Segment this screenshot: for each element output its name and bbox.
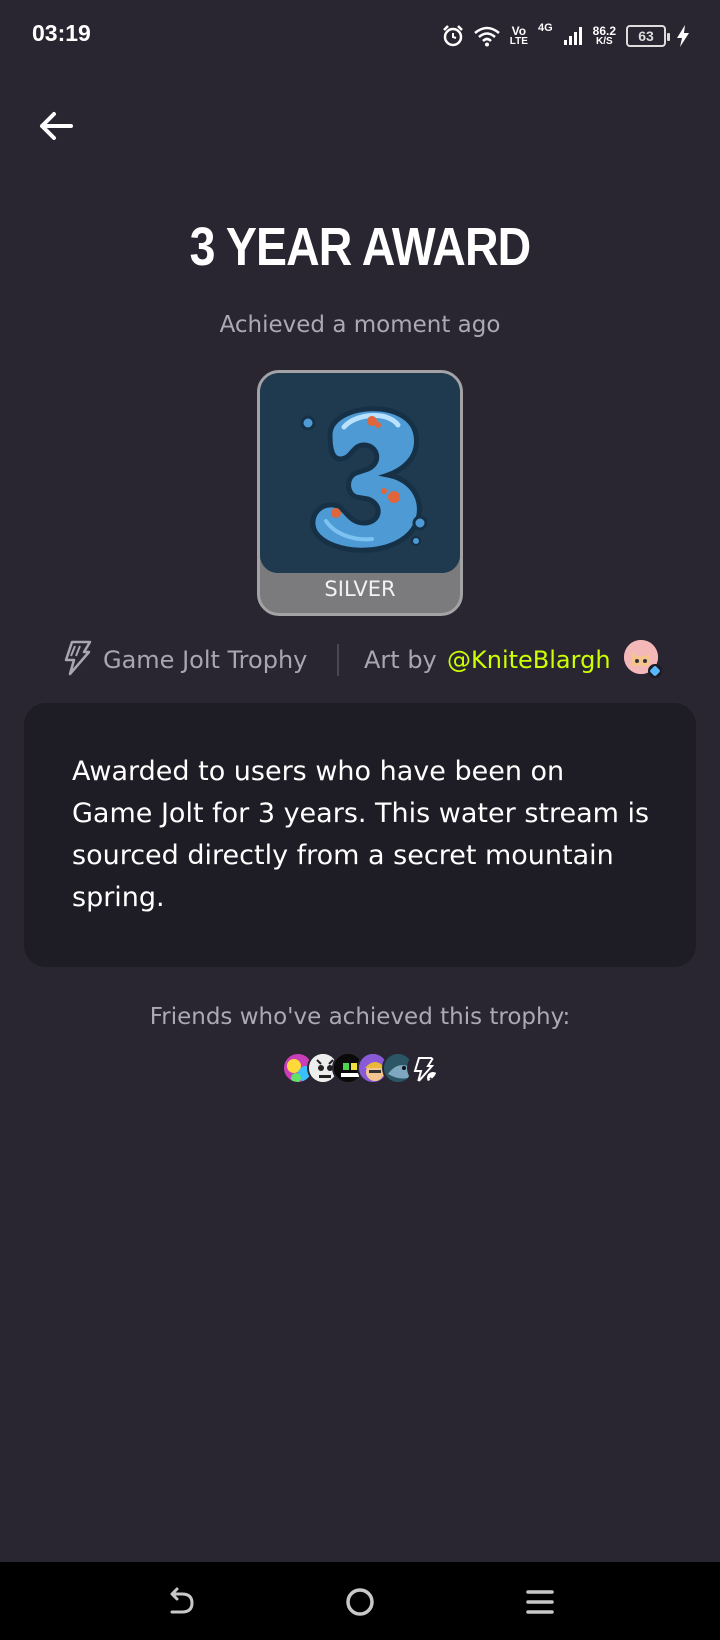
trophy-image bbox=[260, 373, 460, 573]
art-by-label: Art by bbox=[364, 646, 437, 674]
trophy-description: Awarded to users who have been on Game J… bbox=[72, 756, 650, 913]
system-nav-bar bbox=[0, 1562, 720, 1640]
speed-unit: K/S bbox=[595, 36, 613, 47]
signal-icon bbox=[563, 27, 582, 45]
arrow-left-icon bbox=[40, 112, 73, 140]
charging-icon bbox=[677, 25, 689, 47]
game-jolt-bolt-icon bbox=[64, 640, 92, 676]
trophy-tier: SILVER bbox=[324, 577, 396, 601]
network-speed: 86.2 K/S bbox=[593, 25, 616, 47]
battery-level: 63 bbox=[638, 28, 654, 44]
nav-back-icon bbox=[170, 1587, 194, 1614]
wifi-icon bbox=[473, 26, 500, 47]
water-three-image bbox=[260, 373, 460, 573]
volte-indicator: Vo LTE bbox=[510, 25, 528, 47]
trophy-meta: Game Jolt Trophy Art by @KniteBlargh bbox=[0, 640, 720, 680]
nav-home-button[interactable] bbox=[336, 1578, 384, 1626]
friends-avatars[interactable] bbox=[282, 1052, 452, 1088]
achieved-time: Achieved a moment ago bbox=[219, 312, 501, 338]
nav-back-button[interactable] bbox=[156, 1578, 204, 1626]
verified-badge-icon bbox=[648, 664, 662, 678]
nav-menu-button[interactable] bbox=[516, 1578, 564, 1626]
friends-label: Friends who've achieved this trophy: bbox=[149, 1004, 571, 1030]
nav-home-icon bbox=[346, 1588, 374, 1616]
trophy-card: SILVER bbox=[257, 370, 463, 616]
battery-icon: 63 bbox=[626, 25, 670, 47]
status-time: 03:19 bbox=[32, 20, 91, 46]
nav-menu-icon bbox=[526, 1590, 554, 1614]
meta-divider bbox=[337, 644, 339, 676]
trophy-screen: 03:19 Vo LTE 4G 86.2 K/S 63 3 YEAR AWARD… bbox=[0, 0, 720, 1640]
status-icons: Vo LTE 4G 86.2 K/S 63 bbox=[442, 20, 690, 52]
trophy-title: 3 YEAR AWARD bbox=[189, 217, 532, 277]
artist-link[interactable]: @KniteBlargh bbox=[447, 646, 611, 674]
alarm-icon bbox=[442, 25, 463, 47]
trophy-source: Game Jolt Trophy bbox=[103, 646, 308, 674]
network-type: 4G bbox=[537, 22, 553, 34]
description-card: Awarded to users who have been on Game J… bbox=[24, 703, 696, 967]
back-button[interactable] bbox=[34, 104, 78, 148]
volte-bottom: LTE bbox=[509, 36, 528, 47]
friend-avatar[interactable] bbox=[407, 1052, 439, 1084]
status-bar: 03:19 Vo LTE 4G 86.2 K/S 63 bbox=[0, 0, 720, 72]
